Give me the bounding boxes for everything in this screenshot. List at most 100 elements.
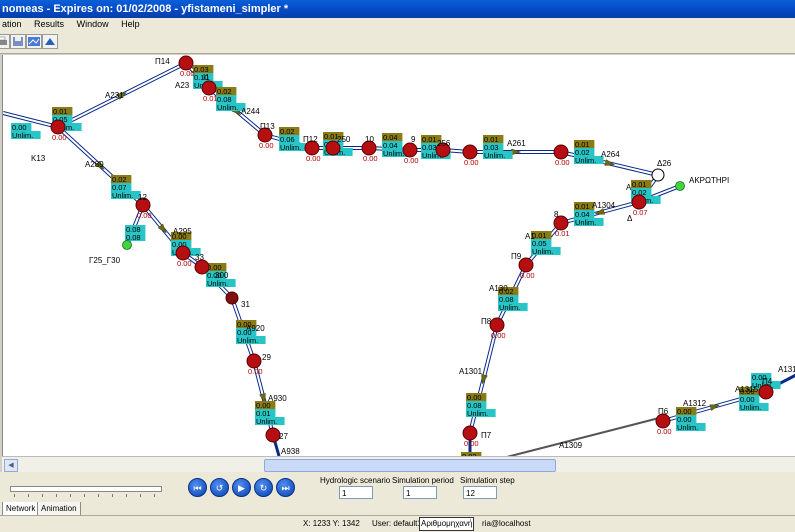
element-label: Π4 — [762, 377, 773, 386]
flow-tag-value: Unlim. — [499, 303, 520, 312]
element-label: Κ13 — [31, 154, 46, 163]
node-n9[interactable] — [402, 142, 418, 158]
element-label: ΑΚΡΩΤΗΡΙ — [689, 176, 729, 185]
window-title: nomeas - Expires on: 01/02/2008 - yfista… — [2, 3, 289, 15]
node-n27[interactable] — [265, 427, 281, 443]
terminal-node-Γ25_Γ30[interactable] — [122, 240, 132, 250]
node-value: 0.00 — [180, 69, 195, 78]
element-label: Α1 — [525, 232, 535, 241]
pipe-A1309[interactable] — [503, 416, 664, 456]
last-step-button[interactable]: ⏭ — [276, 478, 295, 497]
element-label: Α289 — [85, 160, 104, 169]
node-value: 0.07 — [633, 208, 648, 217]
print-icon[interactable] — [0, 34, 10, 49]
element-label: Π6 — [658, 407, 669, 416]
flow-tag-value: Unlim. — [237, 336, 258, 345]
save-icon[interactable] — [10, 34, 26, 49]
node-Π8[interactable] — [489, 317, 505, 333]
element-label: Α920 — [246, 324, 265, 333]
node-value: 0.00 — [491, 331, 506, 340]
scrollbar-thumb[interactable] — [264, 459, 556, 472]
node-Π14[interactable] — [178, 55, 194, 71]
node-Κ13[interactable] — [50, 119, 66, 135]
terminal-node-ΑΚΡΩΤΗΡΙ[interactable] — [675, 181, 685, 191]
node-n262[interactable] — [553, 144, 569, 160]
node-value: 0.00 — [137, 211, 152, 220]
horizontal-scrollbar[interactable]: ◀ — [2, 456, 795, 473]
element-label: Α1309 — [559, 441, 583, 450]
network-canvas[interactable]: 0.010.05Unlim.0.00Unlim.0.020.07Unlim.0.… — [2, 55, 795, 456]
status-user: User: default1 — [372, 519, 422, 528]
tab-network[interactable]: Network — [2, 502, 40, 516]
status-bar: X: 1233 Y: 1342 User: default1 Αριθμομηχ… — [0, 515, 795, 532]
flow-tag-value: Unlim. — [575, 218, 596, 227]
element-label: Ι1 — [203, 73, 210, 82]
first-step-button[interactable]: ⏮ — [188, 478, 207, 497]
element-label: Π7 — [481, 431, 492, 440]
hydrologic-scenario-input[interactable]: 1 — [339, 486, 373, 499]
step-forward-button[interactable]: ↻ — [254, 478, 273, 497]
element-label: Δ — [627, 214, 633, 223]
node-n31[interactable] — [225, 291, 239, 305]
scroll-left-icon[interactable]: ◀ — [4, 459, 18, 472]
element-label: 31 — [241, 300, 250, 309]
node-value: 0.00 — [404, 156, 419, 165]
node-n212[interactable] — [201, 80, 217, 96]
flow-tag-value: Unlim. — [467, 409, 488, 418]
flow-tag-value: Unlim. — [677, 423, 698, 432]
reservoir-node-Δ26[interactable] — [651, 168, 665, 182]
simulation-step-input[interactable]: 12 — [463, 486, 497, 499]
status-tooltip: Αριθμομηχανή — [419, 517, 475, 531]
status-server: ria@localhost — [482, 519, 531, 528]
element-label: Α1301 — [459, 367, 483, 376]
menu-item-window[interactable]: Window — [77, 19, 109, 29]
flow-tag-value: Unlim. — [112, 191, 133, 200]
element-label: Γ25_Γ30 — [89, 256, 121, 265]
node-Π4[interactable] — [758, 384, 774, 400]
element-label: 27 — [279, 432, 288, 441]
node-n29[interactable] — [246, 353, 262, 369]
network-icon[interactable] — [42, 34, 58, 49]
node-value: 0.00 — [657, 427, 672, 436]
node-value: 0.00 — [555, 158, 570, 167]
step-back-button[interactable]: ↺ — [210, 478, 229, 497]
element-label: Α264 — [601, 150, 620, 159]
node-n33[interactable] — [175, 245, 191, 261]
flow-tag-value: Unlim. — [532, 247, 553, 256]
node-n300[interactable] — [194, 259, 210, 275]
node-value: 0.00 — [520, 271, 535, 280]
simulation-period-input[interactable]: 1 — [403, 486, 437, 499]
node-value: 0.00 — [259, 141, 274, 150]
node-value: 0.01 — [203, 94, 218, 103]
view-tabs: Network Animation — [0, 502, 795, 516]
element-label: Α930 — [268, 394, 287, 403]
node-Π6[interactable] — [655, 413, 671, 429]
toolbar — [0, 31, 795, 54]
node-Π7[interactable] — [462, 425, 478, 441]
menu-bar: ation Results Window Help — [0, 18, 795, 31]
node-value: 0.00 — [177, 259, 192, 268]
element-label: Α1312 — [683, 399, 707, 408]
network-diagram[interactable]: 0.010.05Unlim.0.00Unlim.0.020.07Unlim.0.… — [3, 55, 795, 456]
map-icon[interactable] — [26, 34, 42, 49]
element-label: Α1315 — [735, 385, 759, 394]
node-n261[interactable] — [462, 144, 478, 160]
tab-animation[interactable]: Animation — [37, 502, 81, 516]
play-button[interactable]: ▶ — [232, 478, 251, 497]
menu-item-operation[interactable]: ation — [2, 19, 22, 29]
node-value: 0.00 — [363, 154, 378, 163]
node-value: 0.00 — [464, 439, 479, 448]
flow-tag-value: Unlim. — [207, 279, 228, 288]
element-label: Α23 — [175, 81, 190, 90]
element-label: Α130 — [489, 284, 508, 293]
element-label: Α295 — [173, 227, 192, 236]
node-value: 0.00 — [306, 154, 321, 163]
window-title-bar: nomeas - Expires on: 01/02/2008 - yfista… — [0, 0, 795, 18]
flow-tag-value: Unlim. — [280, 143, 301, 152]
element-label: Α131 — [778, 365, 795, 374]
menu-item-help[interactable]: Help — [121, 19, 140, 29]
timeline-slider[interactable] — [10, 486, 162, 492]
menu-item-results[interactable]: Results — [34, 19, 64, 29]
node-Δ[interactable] — [631, 194, 647, 210]
node-value: 0.00 — [248, 367, 263, 376]
